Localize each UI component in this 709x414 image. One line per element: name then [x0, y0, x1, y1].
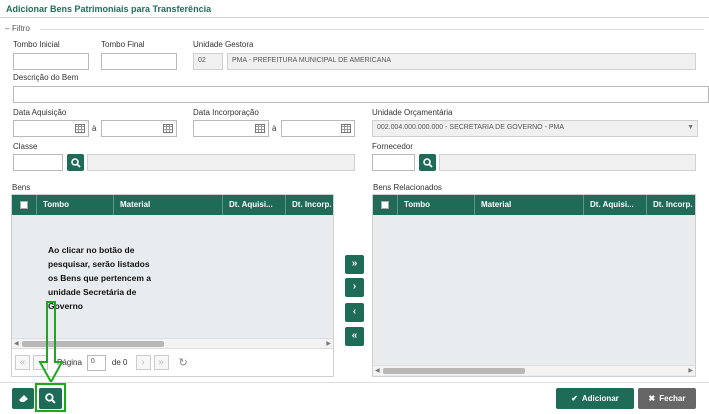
select-all-checkbox[interactable] — [12, 195, 37, 215]
scroll-right-icon[interactable]: ▶ — [688, 367, 693, 374]
calendar-icon[interactable] — [163, 124, 173, 133]
refresh-icon[interactable]: ↻ — [179, 356, 188, 369]
data-incorporacao-start-input[interactable] — [193, 120, 269, 137]
column-header[interactable]: Tombo — [37, 195, 114, 215]
classe-label: Classe — [13, 142, 38, 151]
move-all-right-button[interactable]: » — [345, 255, 364, 274]
unidade-gestora-code: 02 — [193, 53, 223, 70]
calendar-icon[interactable] — [255, 124, 265, 133]
classe-code-input[interactable] — [13, 154, 63, 171]
fieldset-rule — [40, 29, 704, 30]
data-incorporacao-end-input[interactable] — [281, 120, 355, 137]
close-button-label: Fechar — [659, 394, 686, 403]
scroll-left-icon[interactable]: ◀ — [375, 367, 380, 374]
unidade-gestora-label: Unidade Gestora — [193, 40, 254, 49]
unidade-gestora-name: PMA - PREFEITURA MUNICIPAL DE AMERICANA — [227, 53, 696, 70]
page-title: Adicionar Bens Patrimoniais para Transfe… — [6, 4, 212, 14]
page-input[interactable]: 0 — [86, 354, 106, 371]
close-icon: ✖ — [648, 394, 656, 403]
unidade-orcamentaria-label: Unidade Orçamentária — [372, 108, 453, 117]
search-icon — [422, 157, 433, 168]
first-page-icon[interactable]: « — [15, 355, 30, 370]
column-header[interactable]: Material — [114, 195, 223, 215]
classe-search-button[interactable] — [67, 154, 84, 171]
classe-description — [87, 154, 355, 171]
filter-legend: Filtro — [12, 24, 30, 33]
descricao-label: Descrição do Bem — [13, 73, 79, 82]
tombo-final-input[interactable] — [101, 53, 177, 70]
column-header[interactable]: Dt. Incorp. — [647, 195, 695, 215]
footer-divider — [0, 382, 709, 383]
tombo-inicial-label: Tombo Inicial — [13, 40, 60, 49]
column-header[interactable]: Material — [475, 195, 584, 215]
fornecedor-code-input[interactable] — [372, 154, 415, 171]
data-aquisicao-start-input[interactable] — [13, 120, 89, 137]
bens-relacionados-table: Tombo Material Dt. Aquisi... Dt. Incorp.… — [372, 194, 696, 377]
clear-button[interactable] — [12, 388, 34, 409]
next-page-icon[interactable]: › — [135, 355, 151, 370]
chevron-down-icon[interactable]: ▼ — [687, 124, 694, 131]
last-page-icon[interactable]: » — [153, 355, 169, 370]
bens-table-header: Tombo Material Dt. Aquisi... Dt. Incorp. — [12, 195, 333, 215]
data-incorporacao-label: Data Incorporação — [193, 108, 259, 117]
annotation-arrow — [38, 301, 64, 385]
search-button[interactable] — [39, 388, 62, 409]
bens-title: Bens — [12, 183, 31, 192]
page-count: de 0 — [111, 358, 128, 367]
search-icon — [70, 157, 81, 168]
add-button-label: Adicionar — [581, 394, 619, 403]
tombo-inicial-input[interactable] — [13, 53, 89, 70]
unidade-orcamentaria-select[interactable]: 002.004.000.000.000 - SECRETARIA DE GOVE… — [372, 120, 698, 137]
eraser-icon — [18, 395, 28, 402]
calendar-icon[interactable] — [75, 124, 85, 133]
unidade-orcamentaria-value: 002.004.000.000.000 - SECRETARIA DE GOVE… — [377, 124, 565, 131]
tombo-final-label: Tombo Final — [101, 40, 145, 49]
move-all-left-button[interactable]: « — [345, 327, 364, 346]
data-aquisicao-label: Data Aquisição — [13, 108, 67, 117]
filter-toggle-icon[interactable]: – — [5, 24, 9, 33]
search-icon — [45, 393, 56, 404]
select-all-checkbox[interactable] — [373, 195, 398, 215]
bens-relacionados-header: Tombo Material Dt. Aquisi... Dt. Incorp. — [373, 195, 695, 215]
move-left-button[interactable]: ‹ — [345, 303, 364, 322]
column-header[interactable]: Dt. Aquisi... — [223, 195, 286, 215]
calendar-icon[interactable] — [341, 124, 351, 133]
range-separator: à — [272, 124, 277, 133]
check-icon: ✔ — [571, 394, 578, 403]
bens-relacionados-title: Bens Relacionados — [373, 183, 442, 192]
data-aquisicao-end-input[interactable] — [101, 120, 177, 137]
column-header[interactable]: Tombo — [398, 195, 475, 215]
column-header[interactable]: Dt. Incorp. — [286, 195, 333, 215]
fornecedor-label: Fornecedor — [372, 142, 413, 151]
scroll-right-icon[interactable]: ▶ — [326, 340, 331, 347]
column-header[interactable]: Dt. Aquisi... — [584, 195, 647, 215]
range-separator: à — [92, 124, 97, 133]
move-right-button[interactable]: › — [345, 278, 364, 297]
descricao-input[interactable] — [13, 86, 709, 103]
fornecedor-search-button[interactable] — [419, 154, 436, 171]
add-button[interactable]: ✔ Adicionar — [556, 388, 634, 409]
title-divider — [0, 17, 709, 18]
fornecedor-description — [439, 154, 696, 171]
close-button[interactable]: ✖ Fechar — [638, 388, 696, 409]
scrollbar-thumb[interactable] — [383, 368, 525, 374]
horizontal-scrollbar[interactable]: ◀ ▶ — [373, 365, 695, 375]
scroll-left-icon[interactable]: ◀ — [14, 340, 19, 347]
